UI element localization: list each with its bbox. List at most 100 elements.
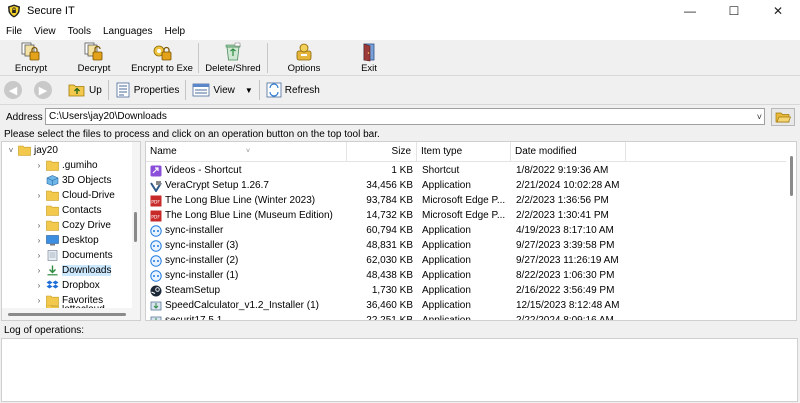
tree-item-label: Downloads [62,264,112,276]
file-type: Shortcut [422,165,460,176]
file-name: SpeedCalculator_v1.2_Installer (1) [165,300,319,311]
file-row[interactable]: SpeedCalculator_v1.2_Installer (1) 36,460… [146,298,786,313]
menu-file[interactable]: File [0,26,28,37]
tree-item-3d-objects[interactable]: 3D Objects [34,173,111,187]
tree-item-downloads[interactable]: › Downloads [34,263,112,277]
folder-icon [46,220,59,231]
encrypt-button[interactable]: Encrypt [0,40,62,76]
menu-languages[interactable]: Languages [97,26,159,37]
chevron-right-icon[interactable]: › [34,251,44,260]
file-size: 34,456 KB [366,180,413,191]
column-date-label: Date modified [515,146,577,157]
close-button[interactable]: ✕ [756,0,800,22]
tree-item-dropbox[interactable]: › Dropbox [34,278,100,292]
address-input[interactable]: C:\Users\jay20\Downloads ˅ [45,108,765,125]
file-date: 2/16/2022 3:56:49 PM [516,285,615,296]
view-button[interactable]: View ▼ [188,79,256,101]
file-type: Application [422,270,471,281]
file-name-cell: PDF The Long Blue Line (Winter 2023) [150,193,380,208]
forward-arrow-icon[interactable]: ▶ [34,81,52,99]
file-row[interactable]: securit17.5.1 22,251 KB Application 2/22/20… [146,313,786,321]
file-row[interactable]: PDF The Long Blue Line (Museum Edition) 14… [146,208,786,223]
toolbar-separator [258,80,260,100]
file-type: Application [422,315,471,321]
tree-item-desktop[interactable]: › Desktop [34,233,99,247]
download-icon [47,265,58,275]
chevron-down-icon[interactable]: ˅ [757,110,762,125]
file-type: Microsoft Edge P... [422,210,506,221]
scroll-thumb[interactable] [8,313,126,316]
file-row[interactable]: SteamSetup 1,730 KB Application 2/16/2022 3… [146,283,786,298]
file-list: Name ˅ Size Item type Date modified Vide… [145,141,797,321]
decrypt-button[interactable]: Decrypt [62,40,126,76]
file-row[interactable]: Videos - Shortcut 1 KB Shortcut 1/8/2022 9:… [146,163,786,178]
file-row[interactable]: PDF The Long Blue Line (Winter 2023) 93,78… [146,193,786,208]
chevron-right-icon[interactable]: › [34,266,44,275]
tree-item-gumiho[interactable]: › .gumiho [34,158,98,172]
tree-vertical-scrollbar[interactable] [132,142,140,308]
chevron-right-icon[interactable]: › [34,236,44,245]
tree-item-label: 3D Objects [62,174,112,186]
tree-item-cloud-drive[interactable]: › Cloud-Drive [34,188,115,202]
back-arrow-icon[interactable]: ◀ [4,81,22,99]
maximize-button[interactable]: ☐ [712,0,756,22]
tree-item-cozy-drive[interactable]: › Cozy Drive [34,218,111,232]
file-name: sync-installer (1) [165,270,239,281]
file-name: The Long Blue Line (Winter 2023) [165,195,316,206]
delete-shred-label: Delete/Shred [205,63,261,74]
file-type: Application [422,240,471,251]
options-button[interactable]: Options [268,40,340,76]
tree-item-contacts[interactable]: Contacts [34,203,101,217]
tree-item-jay20[interactable]: ˅ jay20 [6,143,58,157]
chevron-right-icon[interactable]: › [34,221,44,230]
decrypt-icon [84,42,103,61]
properties-button[interactable]: Properties [111,79,184,101]
tree-item-documents[interactable]: › Documents [34,248,113,262]
tree-horizontal-scrollbar[interactable] [2,308,140,320]
toolbar-separator [185,80,187,100]
chevron-down-icon[interactable]: ▼ [245,86,253,95]
chevron-right-icon[interactable]: › [34,281,44,290]
pdf-icon: PDF [150,210,162,222]
menu-view[interactable]: View [28,26,62,37]
menu-help[interactable]: Help [158,26,191,37]
minimize-button[interactable]: — [668,0,712,22]
browse-folder-button[interactable] [771,108,795,126]
log-output[interactable] [1,338,798,402]
refresh-icon [266,82,282,98]
file-row[interactable]: sync-installer 60,794 KB Application 4/19/2… [146,223,786,238]
chevron-right-icon[interactable]: › [34,296,44,305]
file-row[interactable]: sync-installer (1) 48,438 KB Application 8/… [146,268,786,283]
column-header-name[interactable]: Name ˅ [146,142,347,162]
refresh-button[interactable]: Refresh [262,79,324,101]
menu-tools[interactable]: Tools [62,26,97,37]
toolbar-separator [107,80,109,100]
file-name: The Long Blue Line (Museum Edition) [165,210,333,221]
column-header-date[interactable]: Date modified [511,142,626,162]
chevron-down-icon[interactable]: ˅ [6,146,16,155]
shortcut-icon [150,165,162,177]
refresh-label: Refresh [284,84,320,96]
installer-icon [150,300,162,312]
file-row[interactable]: sync-installer (2) 62,030 KB Application 9/… [146,253,786,268]
chevron-right-icon[interactable]: › [34,161,44,170]
chevron-right-icon[interactable]: › [34,191,44,200]
scroll-thumb[interactable] [134,212,137,242]
file-list-vertical-scrollbar[interactable] [786,142,796,320]
file-size: 48,831 KB [366,240,413,251]
column-header-size[interactable]: Size [347,142,417,162]
options-icon [296,43,312,61]
exit-button[interactable]: Exit [340,40,398,76]
file-row[interactable]: sync-installer (3) 48,831 KB Application 9/… [146,238,786,253]
file-name-cell: SteamSetup [150,283,380,298]
column-header-type[interactable]: Item type [417,142,511,162]
encrypt-to-exe-button[interactable]: Encrypt to Exe [126,40,198,76]
up-button[interactable]: Up [64,79,106,101]
file-size: 48,438 KB [366,270,413,281]
file-name-cell: PDF The Long Blue Line (Museum Edition) [150,208,380,223]
file-row[interactable]: VeraCrypt Setup 1.26.7 34,456 KB Applicati… [146,178,786,193]
scroll-thumb[interactable] [790,156,793,196]
file-type: Application [422,255,471,266]
tree-item-label: Cozy Drive [62,219,111,231]
delete-shred-button[interactable]: Delete/Shred [199,40,267,76]
